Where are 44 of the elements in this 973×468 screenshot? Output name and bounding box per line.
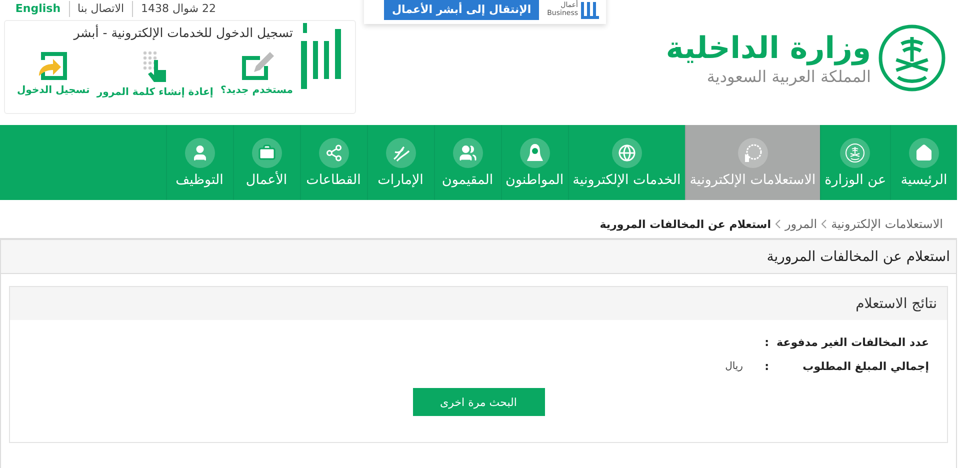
colon-text: : — [764, 336, 769, 348]
nav-item[interactable]: الرئيسية — [890, 125, 957, 200]
login-title: تسجيل الدخول للخدمات الإلكترونية - أبشر — [72, 24, 293, 40]
breadcrumb-link[interactable]: الاستعلامات الإلكترونية — [831, 217, 943, 231]
results-title: نتائج الاستعلام — [10, 287, 947, 320]
globe-icon — [618, 144, 636, 162]
ministry-title: وزارة الداخلية — [666, 30, 871, 66]
date-text: 22 شوال 1438 — [141, 2, 216, 16]
nav-item[interactable]: المواطنون — [500, 125, 568, 200]
emblem-icon — [845, 142, 866, 162]
login-action-link[interactable]: إعادة إنشاء كلمة المرور — [96, 50, 214, 98]
chevron-icon — [821, 219, 828, 229]
group-icon — [458, 144, 477, 162]
nav-item[interactable]: الاستعلامات الإلكترونية — [684, 125, 820, 200]
language-link[interactable]: English — [15, 2, 61, 16]
field-label: عدد المخالفات الغير مدفوعة — [776, 336, 929, 348]
field-label: إجمالي المبلغ المطلوب — [802, 360, 929, 372]
nav-item[interactable]: الخدمات الإلكترونية — [568, 125, 685, 200]
chevron-icon — [774, 219, 781, 229]
breadcrumb-link[interactable]: المرور — [784, 217, 818, 231]
search-again-button[interactable]: البحث مرة اخرى — [412, 388, 544, 416]
business-logo-icon — [580, 0, 600, 20]
enter-arrow-icon — [37, 50, 70, 82]
nav-item[interactable]: التوظيف — [166, 125, 233, 200]
nav-item[interactable]: المقيمون — [434, 125, 501, 200]
country-name: المملكة العربية السعودية — [706, 66, 871, 86]
share-icon — [324, 144, 343, 162]
contact-link[interactable]: الاتصال بنا — [78, 2, 124, 16]
briefcase-icon — [258, 144, 276, 162]
emblem-icon — [877, 23, 947, 93]
breadcrumb-link[interactable]: استعلام عن المخالفات المرورية — [600, 218, 771, 230]
login-action-link[interactable]: تسجيل الدخول — [17, 50, 90, 98]
colon-text: : — [764, 360, 769, 372]
nav-item[interactable]: الإمارات — [366, 125, 434, 200]
panel-title: استعلام عن المخالفات المرورية — [1, 240, 956, 274]
business-button[interactable]: الإنتقال إلى أبشر الأعمال — [384, 0, 540, 20]
finger-tap-icon — [142, 50, 168, 84]
nav-item[interactable]: القطاعات — [300, 125, 367, 200]
nav-item[interactable]: الأعمال — [232, 125, 300, 200]
login-action-link[interactable]: مستخدم جديد؟ — [220, 50, 293, 98]
pencil-square-icon — [240, 50, 274, 82]
person-icon — [526, 142, 544, 162]
home-icon — [915, 144, 933, 162]
unit-text: ريال — [725, 360, 743, 372]
